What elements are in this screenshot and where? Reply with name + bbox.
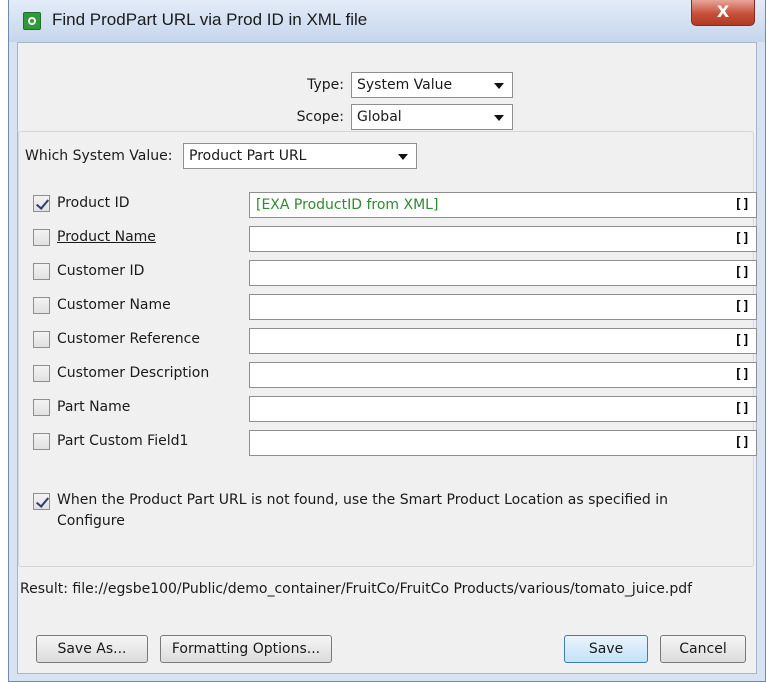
type-select[interactable]: System Value [351, 72, 513, 98]
dialog-content: Type: System Value Scope: Global Which S… [17, 42, 757, 674]
product-id-checkbox[interactable] [33, 195, 50, 212]
dialog-window: Find ProdPart URL via Prod ID in XML fil… [8, 0, 766, 682]
type-select-value: System Value [357, 77, 453, 93]
part-custom-field1-label: Part Custom Field1 [57, 433, 189, 449]
chevron-down-icon [494, 83, 504, 89]
chevron-down-icon [494, 115, 504, 121]
part-custom-field1-checkbox[interactable] [33, 433, 50, 450]
customer-id-checkbox[interactable] [33, 263, 50, 280]
chevron-down-icon [398, 154, 408, 160]
customer-reference-label: Customer Reference [57, 331, 200, 347]
formatting-options-button[interactable]: Formatting Options... [160, 635, 332, 663]
customer-description-label: Customer Description [57, 365, 210, 381]
bracket-icon[interactable]: [] [734, 227, 750, 251]
result-text: Result: file://egsbe100/Public/demo_cont… [20, 581, 693, 597]
part-custom-field1-input[interactable]: [] [249, 430, 757, 456]
fallback-label-line1: When the Product Part URL is not found, … [57, 492, 668, 508]
bracket-icon[interactable]: [] [734, 295, 750, 319]
part-name-input[interactable]: [] [249, 396, 757, 422]
scope-select[interactable]: Global [351, 104, 513, 130]
title-bar[interactable]: Find ProdPart URL via Prod ID in XML fil… [9, 0, 765, 42]
part-name-label: Part Name [57, 399, 131, 415]
product-name-checkbox[interactable] [33, 229, 50, 246]
save-button[interactable]: Save [564, 635, 648, 663]
fallback-label-line2: Configure [57, 513, 125, 529]
settings-panel: Which System Value: Product Part URL Pro… [18, 131, 757, 567]
close-button[interactable]: X [691, 0, 755, 26]
bracket-icon[interactable]: [] [734, 431, 750, 455]
type-label: Type: [307, 77, 344, 93]
scope-select-value: Global [357, 109, 402, 125]
save-as-button[interactable]: Save As... [36, 635, 148, 663]
scope-label: Scope: [296, 109, 344, 125]
product-id-value: [EXA ProductID from XML] [256, 197, 439, 213]
customer-name-checkbox[interactable] [33, 297, 50, 314]
customer-name-label: Customer Name [57, 297, 171, 313]
bracket-icon[interactable]: [] [734, 329, 750, 353]
customer-reference-input[interactable]: [] [249, 328, 757, 354]
system-value-select[interactable]: Product Part URL [183, 143, 417, 169]
product-id-label: Product ID [57, 195, 130, 211]
customer-id-label: Customer ID [57, 263, 145, 279]
bracket-icon[interactable]: [] [734, 397, 750, 421]
product-id-input[interactable]: [EXA ProductID from XML] [] [249, 192, 757, 218]
fallback-checkbox[interactable] [33, 493, 50, 510]
product-name-input[interactable]: [] [249, 226, 757, 252]
bracket-icon[interactable]: [] [734, 261, 750, 285]
bracket-icon[interactable]: [] [734, 193, 750, 217]
customer-description-input[interactable]: [] [249, 362, 757, 388]
window-title: Find ProdPart URL via Prod ID in XML fil… [52, 10, 368, 29]
part-name-checkbox[interactable] [33, 399, 50, 416]
bracket-icon[interactable]: [] [734, 363, 750, 387]
system-value-label: Which System Value: [25, 148, 173, 164]
customer-reference-checkbox[interactable] [33, 331, 50, 348]
cancel-button[interactable]: Cancel [660, 635, 746, 663]
customer-description-checkbox[interactable] [33, 365, 50, 382]
app-icon [23, 12, 41, 30]
system-value-select-value: Product Part URL [189, 148, 307, 164]
product-name-label: Product Name [57, 229, 156, 245]
customer-id-input[interactable]: [] [249, 260, 757, 286]
customer-name-input[interactable]: [] [249, 294, 757, 320]
fallback-label: When the Product Part URL is not found, … [57, 490, 668, 532]
